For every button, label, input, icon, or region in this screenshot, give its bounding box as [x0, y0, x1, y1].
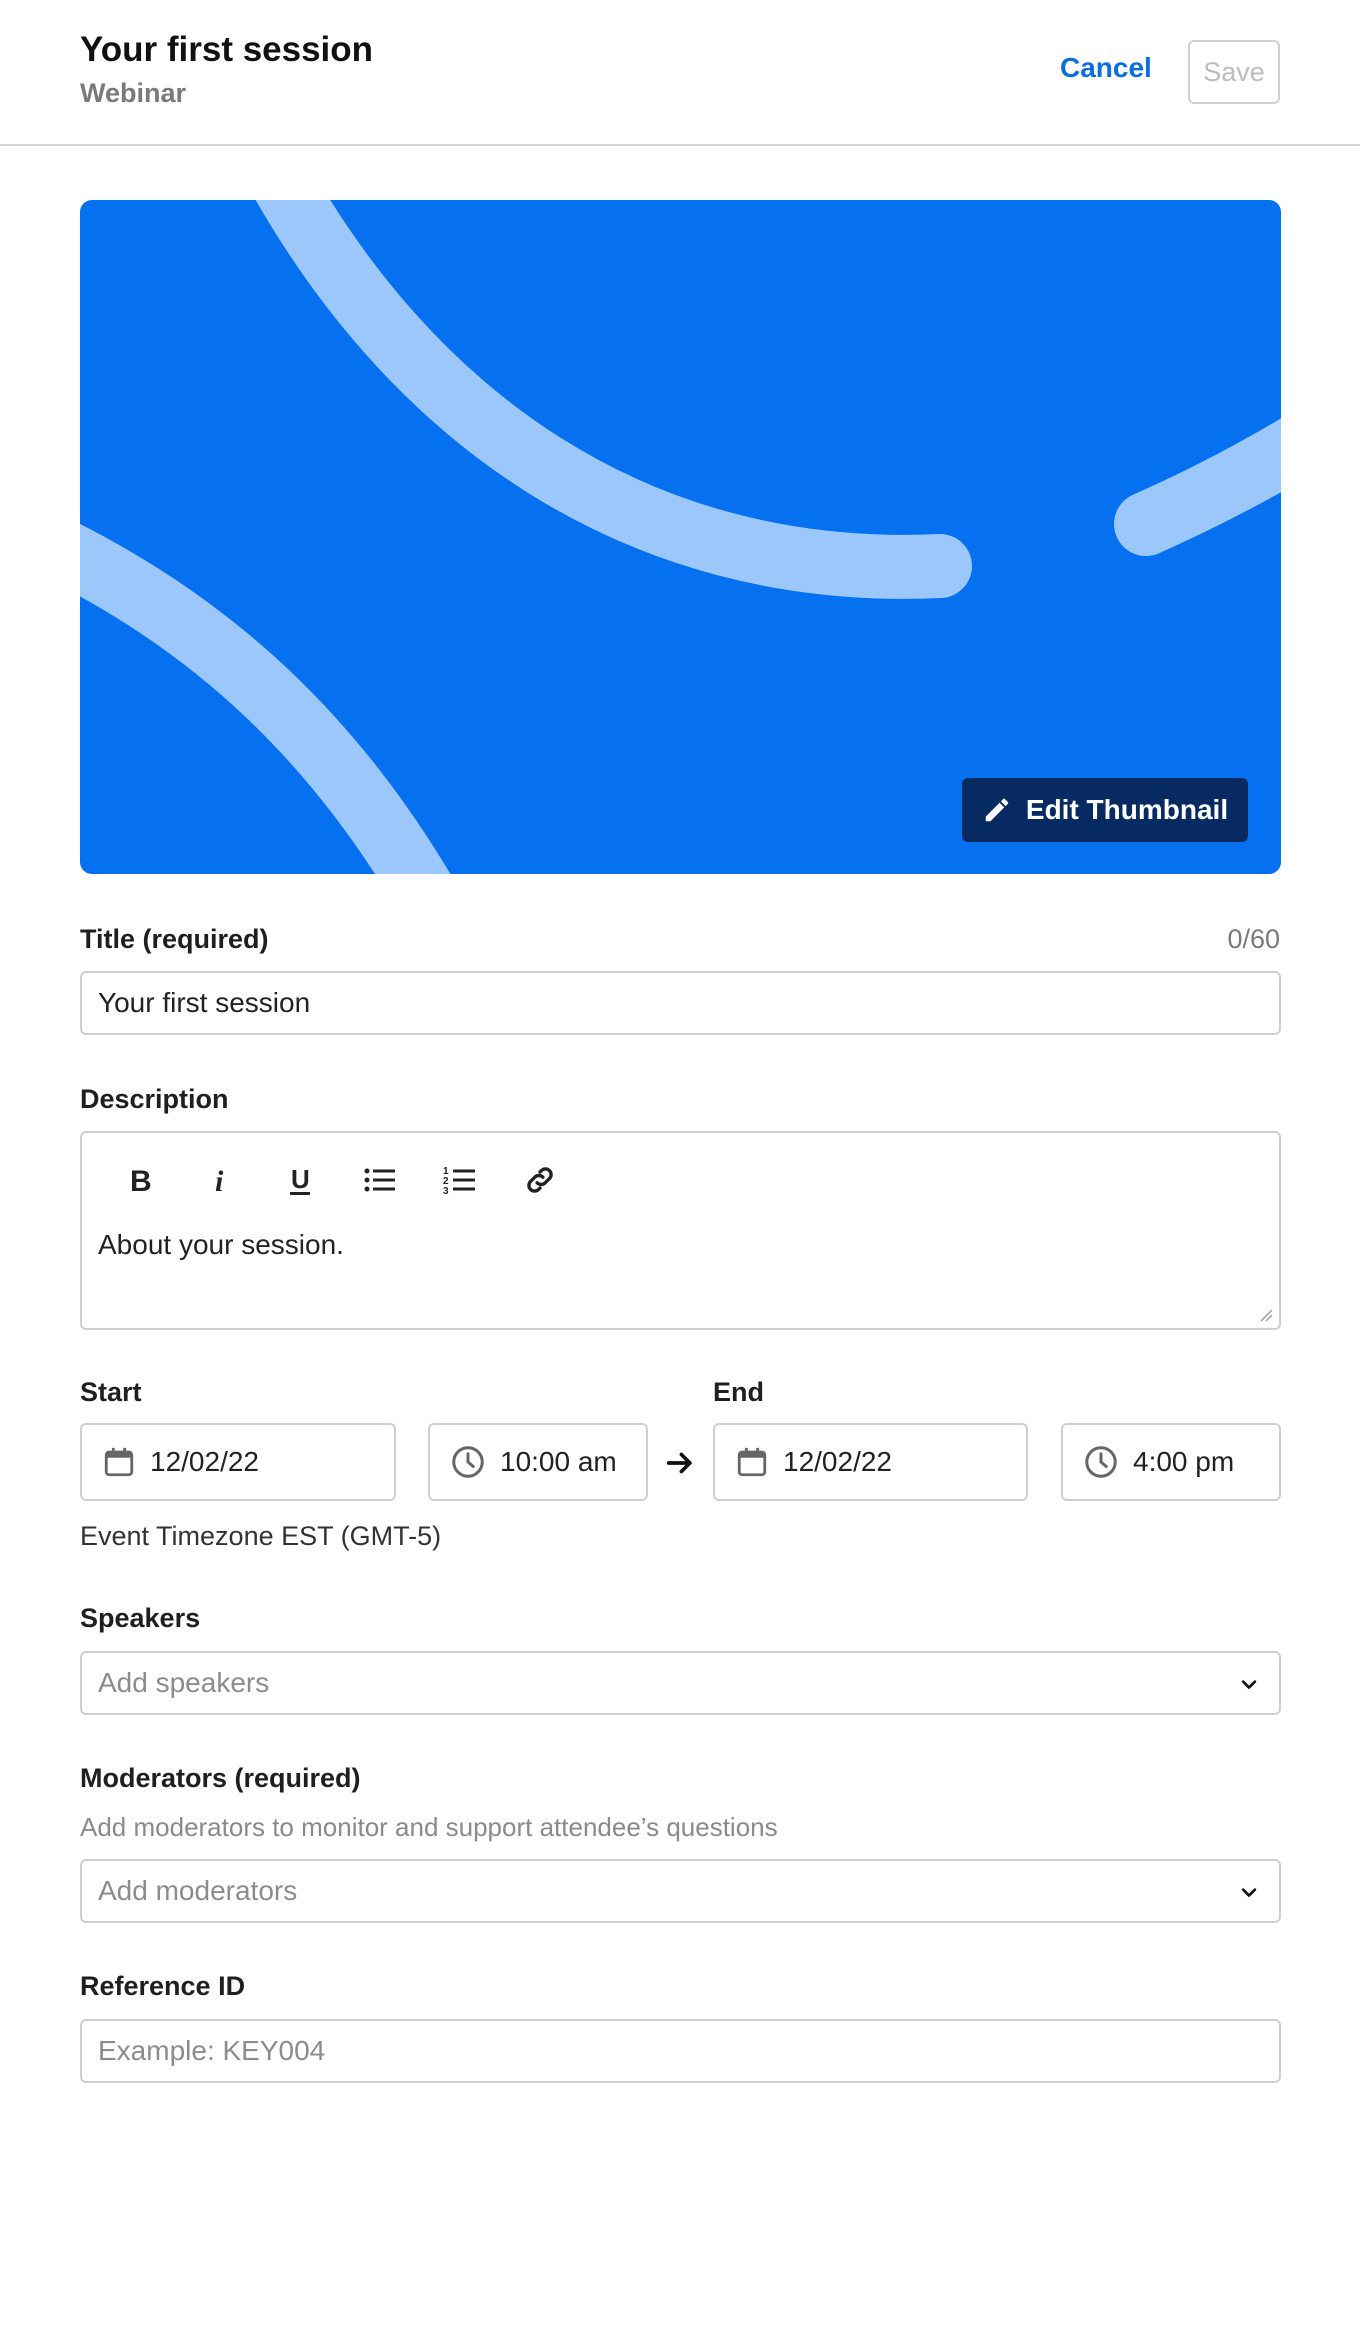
end-time-picker[interactable]: 4:00 pm	[1061, 1423, 1281, 1501]
bold-icon: B	[130, 1165, 152, 1196]
svg-text:3: 3	[443, 1186, 449, 1196]
numbered-list-icon: 1 2 3	[443, 1166, 475, 1196]
reference-id-label: Reference ID	[80, 1971, 246, 2001]
header-bar: Your first session Webinar Cancel Save	[0, 0, 1360, 146]
cancel-button[interactable]: Cancel	[1060, 52, 1152, 84]
chevron-down-icon	[1241, 1680, 1257, 1689]
italic-icon: i	[215, 1165, 224, 1196]
thumbnail-decoration	[80, 200, 1281, 874]
chevron-down-icon	[1241, 1888, 1257, 1897]
description-editor[interactable]: B i U 1 2 3 About your session.	[80, 1131, 1281, 1330]
description-text: About your session.	[98, 1229, 344, 1260]
speakers-label: Speakers	[80, 1603, 201, 1633]
start-time-picker[interactable]: 10:00 am	[428, 1423, 648, 1501]
resize-handle-icon[interactable]	[1259, 1308, 1273, 1322]
moderators-select[interactable]: Add moderators	[80, 1859, 1281, 1923]
reference-id-placeholder: Example: KEY004	[98, 2035, 326, 2066]
clock-icon	[1085, 1446, 1117, 1478]
svg-text:B: B	[130, 1165, 152, 1196]
calendar-icon	[104, 1447, 134, 1477]
start-label: Start	[80, 1377, 142, 1407]
bold-button[interactable]: B	[100, 1155, 180, 1205]
save-button[interactable]: Save	[1188, 40, 1280, 104]
event-timezone: Event Timezone EST (GMT-5)	[80, 1521, 442, 1551]
moderators-label: Moderators (required)	[80, 1763, 361, 1793]
calendar-icon	[737, 1447, 767, 1477]
link-icon	[527, 1167, 553, 1193]
italic-button[interactable]: i	[180, 1155, 260, 1205]
svg-text:i: i	[215, 1165, 224, 1196]
page-subtitle: Webinar	[80, 78, 187, 108]
title-label: Title (required)	[80, 924, 269, 954]
underline-button[interactable]: U	[260, 1155, 340, 1205]
end-time-value: 4:00 pm	[1133, 1446, 1235, 1477]
page-title: Your first session	[80, 30, 374, 69]
formatting-toolbar: B i U 1 2 3	[100, 1155, 580, 1205]
title-input[interactable]: Your first session	[80, 971, 1281, 1035]
end-date-value: 12/02/22	[783, 1446, 892, 1477]
title-char-counter: 0/60	[1227, 924, 1280, 954]
link-button[interactable]	[500, 1155, 580, 1205]
moderators-placeholder: Add moderators	[98, 1875, 298, 1906]
bulleted-list-button[interactable]	[340, 1155, 420, 1205]
edit-thumbnail-button[interactable]: Edit Thumbnail	[962, 778, 1248, 842]
clock-icon	[452, 1446, 484, 1478]
speakers-placeholder: Add speakers	[98, 1667, 270, 1698]
arrow-right-icon	[666, 1452, 692, 1474]
speakers-select[interactable]: Add speakers	[80, 1651, 1281, 1715]
start-date-picker[interactable]: 12/02/22	[80, 1423, 396, 1501]
description-label: Description	[80, 1084, 229, 1114]
session-thumbnail: Edit Thumbnail	[80, 200, 1281, 874]
reference-id-input[interactable]: Example: KEY004	[80, 2019, 1281, 2083]
end-date-picker[interactable]: 12/02/22	[713, 1423, 1028, 1501]
start-time-value: 10:00 am	[500, 1446, 617, 1477]
bulleted-list-icon	[364, 1168, 395, 1192]
numbered-list-button[interactable]: 1 2 3	[420, 1155, 500, 1205]
edit-thumbnail-label: Edit Thumbnail	[1025, 794, 1229, 825]
end-label: End	[713, 1377, 764, 1407]
start-date-value: 12/02/22	[150, 1446, 259, 1477]
pencil-icon	[985, 798, 1009, 822]
svg-text:U: U	[291, 1164, 310, 1194]
title-input-value: Your first session	[98, 987, 311, 1018]
underline-icon: U	[290, 1164, 310, 1195]
moderators-helper-text: Add moderators to monitor and support at…	[80, 1812, 778, 1842]
